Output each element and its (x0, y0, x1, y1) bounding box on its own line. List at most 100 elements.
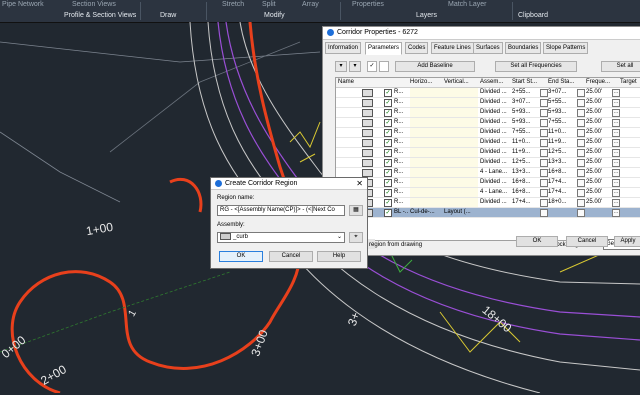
region-end-station[interactable]: 16+8... (548, 168, 576, 177)
region-start-station[interactable]: 11+9... (512, 148, 540, 157)
table-row[interactable]: ✓R...4 - Lane...16+8...17+4...25.00'…… (336, 188, 640, 198)
checkbox-off-icon[interactable] (379, 61, 389, 72)
region-frequency[interactable]: 25.00' (586, 178, 610, 187)
tab-slope-patterns[interactable]: Slope Patterns (543, 42, 589, 54)
tab-feature-lines[interactable]: Feature Lines (431, 42, 474, 54)
region-assembly[interactable]: Divided ... (480, 178, 510, 187)
pick-station-icon[interactable] (540, 199, 548, 207)
region-enabled-checkbox[interactable]: ✓ (384, 139, 392, 147)
region-assembly[interactable]: Divided ... (480, 128, 510, 137)
tab-boundaries[interactable]: Boundaries (505, 42, 542, 54)
region-name-field[interactable]: RG - <[Assembly Name(CP)]> - (<[Next Co (217, 205, 345, 216)
pick-station-icon[interactable] (577, 209, 585, 217)
table-row[interactable]: ✓R...Divided ...11+9...12+5...25.00'…… (336, 148, 640, 158)
select-icon[interactable]: ▾ (349, 61, 361, 72)
corridor-cancel-button[interactable]: Cancel (566, 236, 608, 247)
pick-station-icon[interactable] (540, 149, 548, 157)
pick-station-icon[interactable] (540, 179, 548, 187)
region-frequency[interactable]: 25.00' (586, 138, 610, 147)
region-assembly[interactable]: Divided ... (480, 138, 510, 147)
region-enabled-checkbox[interactable]: ✓ (384, 169, 392, 177)
region-start-station[interactable]: 2+55... (512, 88, 540, 97)
pick-assembly-icon[interactable]: ⌖ (349, 232, 363, 243)
corridor-ok-button[interactable]: OK (516, 236, 558, 247)
frequency-ellipsis-icon[interactable]: … (612, 149, 620, 157)
frequency-ellipsis-icon[interactable]: … (612, 139, 620, 147)
region-start-station[interactable]: 5+93... (512, 108, 540, 117)
table-row[interactable]: ✓R...Divided ...16+8...17+4...25.00'…… (336, 178, 640, 188)
pick-station-icon[interactable] (540, 159, 548, 167)
pick-station-icon[interactable] (577, 129, 585, 137)
ribbon-tool-section-views[interactable]: Section Views (72, 1, 116, 8)
region-assembly[interactable]: Divided ... (480, 198, 510, 207)
set-all-frequencies-button[interactable]: Set all Frequencies (495, 61, 577, 72)
frequency-ellipsis-icon[interactable]: … (612, 179, 620, 187)
pick-station-icon[interactable] (540, 119, 548, 127)
checkbox-on-icon[interactable]: ✓ (367, 61, 377, 72)
region-enabled-checkbox[interactable]: ✓ (384, 149, 392, 157)
pick-station-icon[interactable] (577, 119, 585, 127)
frequency-ellipsis-icon[interactable]: … (612, 209, 620, 217)
region-ok-button[interactable]: OK (219, 251, 263, 262)
frequency-ellipsis-icon[interactable]: … (612, 89, 620, 97)
pick-station-icon[interactable] (540, 89, 548, 97)
region-end-station[interactable]: 7+55... (548, 118, 576, 127)
region-end-station[interactable]: 17+4... (548, 188, 576, 197)
dialog-titlebar[interactable]: Create Corridor Region ✕ (211, 178, 367, 190)
region-end-station[interactable]: 5+93... (548, 108, 576, 117)
table-row[interactable]: ✓R...Divided ...5+93...7+55...25.00'…… (336, 118, 640, 128)
region-assembly[interactable]: Divided ... (480, 158, 510, 167)
pick-station-icon[interactable] (540, 139, 548, 147)
region-end-station[interactable]: 5+55... (548, 98, 576, 107)
tab-surfaces[interactable]: Surfaces (473, 42, 503, 54)
region-start-station[interactable]: 12+5... (512, 158, 540, 167)
pick-station-icon[interactable] (577, 199, 585, 207)
tab-codes[interactable]: Codes (405, 42, 429, 54)
tab-information[interactable]: Information (325, 42, 362, 54)
region-start-station[interactable]: 11+0... (512, 138, 540, 147)
ribbon-tool-properties[interactable]: Properties (352, 1, 384, 8)
region-start-station[interactable]: 13+3... (512, 168, 540, 177)
region-assembly[interactable]: 4 - Lane... (480, 168, 510, 177)
table-row[interactable]: ✓BL -...Cul-de-...Layout (...…… (336, 208, 640, 218)
frequency-ellipsis-icon[interactable]: … (612, 109, 620, 117)
column-header-end-station[interactable]: End Sta... (548, 78, 582, 87)
table-row[interactable]: ✓R...Divided ...11+0...11+9...25.00'…… (336, 138, 640, 148)
alignment-centerline[interactable] (169, 177, 203, 213)
pick-station-icon[interactable] (577, 149, 585, 157)
region-enabled-checkbox[interactable]: ✓ (384, 119, 392, 127)
region-enabled-checkbox[interactable]: ✓ (384, 199, 392, 207)
region-assembly[interactable]: Divided ... (480, 98, 510, 107)
ribbon-tool-pipe-network[interactable]: Pipe Network (2, 1, 44, 8)
frequency-ellipsis-icon[interactable]: … (612, 99, 620, 107)
region-assembly[interactable]: Divided ... (480, 108, 510, 117)
table-row[interactable]: ✓R...4 - Lane...13+3...16+8...25.00'…… (336, 168, 640, 178)
region-help-button[interactable]: Help (317, 251, 361, 262)
region-cancel-button[interactable]: Cancel (269, 251, 313, 262)
region-frequency[interactable]: 25.00' (586, 148, 610, 157)
region-end-station[interactable]: 11+0... (548, 128, 576, 137)
column-header-horizontal[interactable]: Horizo... (410, 78, 442, 87)
region-start-station[interactable]: 16+8... (512, 178, 540, 187)
pick-station-icon[interactable] (577, 189, 585, 197)
region-enabled-checkbox[interactable]: ✓ (384, 189, 392, 197)
table-row[interactable]: ✓R...Divided ...17+4...18+0...25.00'…… (336, 198, 640, 208)
region-start-station[interactable]: 5+93... (512, 118, 540, 127)
frequency-ellipsis-icon[interactable]: … (612, 169, 620, 177)
pick-station-icon[interactable] (540, 169, 548, 177)
pick-station-icon[interactable] (540, 209, 548, 217)
column-header-vertical[interactable]: Vertical... (444, 78, 478, 87)
frequency-ellipsis-icon[interactable]: … (612, 119, 620, 127)
region-end-station[interactable]: 17+4... (548, 178, 576, 187)
column-header-target[interactable]: Target (620, 78, 640, 87)
region-enabled-checkbox[interactable]: ✓ (384, 159, 392, 167)
column-header-name[interactable]: Name (338, 78, 378, 87)
pick-station-icon[interactable] (577, 169, 585, 177)
pick-station-icon[interactable] (577, 89, 585, 97)
region-frequency[interactable]: 25.00' (586, 128, 610, 137)
corridor-apply-button[interactable]: Apply (614, 236, 640, 247)
column-header-start-station[interactable]: Start St... (512, 78, 546, 87)
close-icon[interactable]: ✕ (356, 178, 363, 189)
corridor-properties-titlebar[interactable]: Corridor Properties - 6272 (323, 27, 640, 40)
ribbon-tool-match-layer[interactable]: Match Layer (448, 1, 487, 8)
